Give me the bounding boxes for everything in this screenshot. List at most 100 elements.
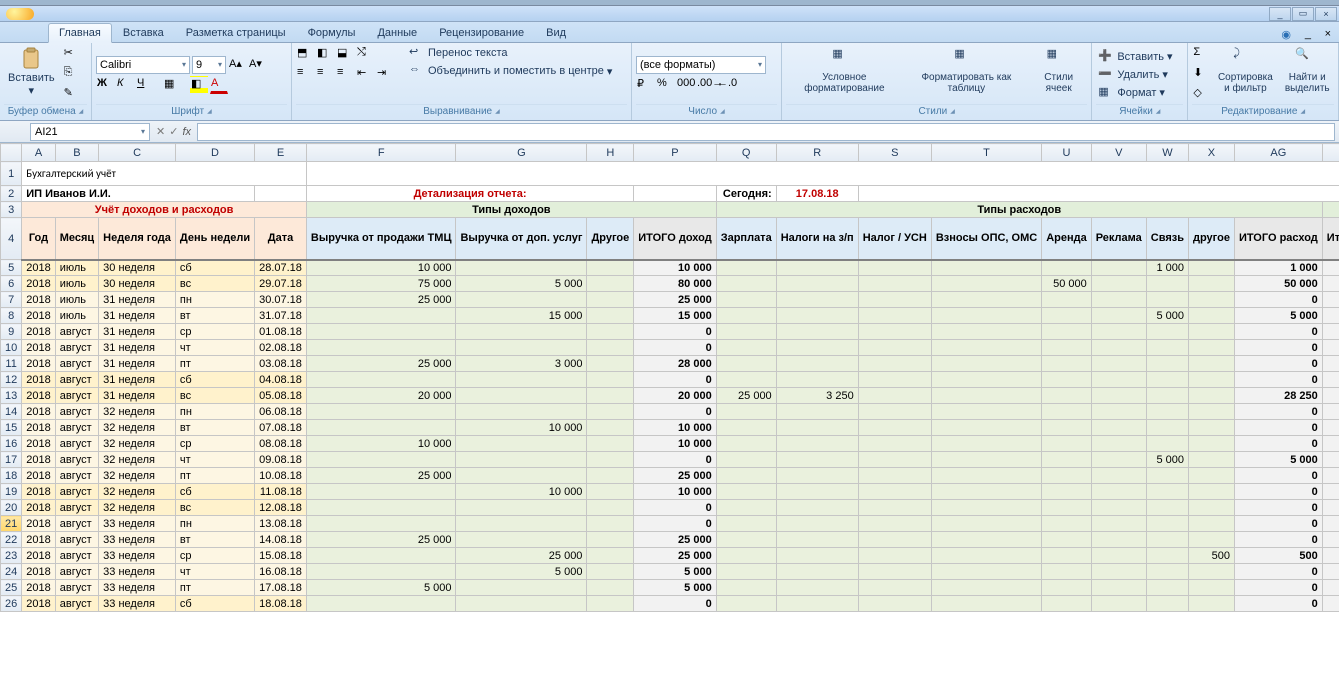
cell[interactable] — [716, 580, 776, 596]
cell[interactable] — [858, 260, 931, 276]
cell[interactable]: -5 000 — [1322, 452, 1339, 468]
cell[interactable]: 0 — [1322, 324, 1339, 340]
cell[interactable] — [858, 372, 931, 388]
row-header-7[interactable]: 7 — [1, 292, 22, 308]
cell[interactable]: чт — [175, 452, 254, 468]
cell[interactable]: 10 000 — [456, 420, 587, 436]
cell[interactable]: 28 000 — [1322, 356, 1339, 372]
cell[interactable] — [1189, 468, 1235, 484]
cell[interactable] — [858, 340, 931, 356]
cell[interactable]: вс — [175, 500, 254, 516]
cell[interactable]: 10 000 — [1322, 420, 1339, 436]
cell[interactable]: август — [55, 516, 98, 532]
cell[interactable] — [931, 388, 1041, 404]
cell[interactable] — [858, 324, 931, 340]
cell[interactable]: 0 — [1234, 324, 1322, 340]
hdr-itogo-dr[interactable]: Итого Доход - Расход — [1322, 218, 1339, 260]
cell[interactable]: чт — [175, 564, 254, 580]
ribbon-minimize-icon[interactable]: _ — [1297, 28, 1311, 42]
cut-icon[interactable]: ✂ — [63, 45, 81, 63]
column-header-Q[interactable]: Q — [716, 144, 776, 162]
cell[interactable] — [456, 292, 587, 308]
cell[interactable] — [1091, 596, 1146, 612]
row-header-9[interactable]: 9 — [1, 324, 22, 340]
cell[interactable] — [1091, 324, 1146, 340]
row-header-19[interactable]: 19 — [1, 484, 22, 500]
cell[interactable] — [716, 548, 776, 564]
cell[interactable] — [858, 516, 931, 532]
cell[interactable] — [1042, 420, 1092, 436]
cell[interactable] — [858, 484, 931, 500]
copy-icon[interactable]: ⎘ — [63, 65, 81, 83]
cell[interactable]: 5 000 — [1146, 308, 1188, 324]
cell[interactable]: август — [55, 532, 98, 548]
cell[interactable] — [931, 484, 1041, 500]
cell[interactable] — [931, 596, 1041, 612]
cancel-formula-icon[interactable]: ✕ — [156, 125, 165, 138]
cell[interactable]: 5 000 — [1146, 452, 1188, 468]
cell[interactable]: сб — [175, 596, 254, 612]
underline-button[interactable]: Ч — [136, 76, 154, 94]
font-size-combo[interactable]: 9 — [192, 56, 226, 74]
cell[interactable]: пн — [175, 404, 254, 420]
cell[interactable] — [1146, 340, 1188, 356]
hdr-itogo-r[interactable]: ИТОГО расход — [1234, 218, 1322, 260]
hdr-itogo-d[interactable]: ИТОГО доход — [634, 218, 716, 260]
cell[interactable]: 0 — [1322, 404, 1339, 420]
cell[interactable]: вт — [175, 532, 254, 548]
column-header-AG[interactable]: AG — [1234, 144, 1322, 162]
cell[interactable] — [931, 356, 1041, 372]
row-header-23[interactable]: 23 — [1, 548, 22, 564]
cell[interactable] — [1042, 516, 1092, 532]
cell[interactable]: вс — [175, 388, 254, 404]
cell[interactable] — [776, 292, 858, 308]
font-name-combo[interactable]: Calibri — [96, 56, 190, 74]
window-close-icon[interactable]: × — [1315, 7, 1337, 21]
cell[interactable]: 25 000 — [1322, 292, 1339, 308]
align-left-icon[interactable]: ≡ — [296, 65, 314, 83]
cell[interactable]: 14.08.18 — [255, 532, 307, 548]
cell[interactable]: 33 неделя — [99, 532, 176, 548]
cell[interactable] — [306, 372, 456, 388]
cell[interactable]: 25 000 — [306, 532, 456, 548]
cell[interactable]: 12.08.18 — [255, 500, 307, 516]
percent-icon[interactable]: % — [656, 76, 674, 94]
cell[interactable]: 5 000 — [456, 564, 587, 580]
worksheet-area[interactable]: ABCDEFGHPQRSTUVWXAGAHAI1Бухгалтерский уч… — [0, 143, 1339, 612]
cell[interactable]: 33 неделя — [99, 564, 176, 580]
cell[interactable]: 500 — [1189, 548, 1235, 564]
cell[interactable]: август — [55, 580, 98, 596]
cell[interactable] — [587, 452, 634, 468]
cell[interactable] — [306, 308, 456, 324]
cell[interactable]: 10 000 — [634, 260, 716, 276]
row-header-11[interactable]: 11 — [1, 356, 22, 372]
cell[interactable]: 01.08.18 — [255, 324, 307, 340]
cell[interactable] — [1189, 564, 1235, 580]
expense-types-header[interactable]: Типы расходов — [716, 202, 1322, 218]
ribbon-tab-2[interactable]: Разметка страницы — [175, 23, 297, 42]
cell[interactable] — [1189, 276, 1235, 292]
cell[interactable]: 0 — [1234, 372, 1322, 388]
cell[interactable]: 0 — [634, 372, 716, 388]
cell[interactable] — [587, 532, 634, 548]
cell[interactable] — [931, 452, 1041, 468]
cell[interactable]: 2018 — [22, 324, 55, 340]
row-header-12[interactable]: 12 — [1, 372, 22, 388]
cell[interactable]: 0 — [1322, 340, 1339, 356]
cell[interactable]: 30 000 — [1322, 276, 1339, 292]
cell[interactable] — [1146, 324, 1188, 340]
cell[interactable]: 2018 — [22, 292, 55, 308]
cell[interactable]: 25 000 — [306, 356, 456, 372]
cell[interactable] — [456, 452, 587, 468]
sheet-title[interactable]: Бухгалтерский учёт — [22, 162, 307, 186]
cell[interactable] — [587, 468, 634, 484]
cell[interactable] — [931, 436, 1041, 452]
cell[interactable] — [931, 340, 1041, 356]
cell[interactable]: 0 — [1322, 500, 1339, 516]
dec-decimal-icon[interactable]: ←.0 — [716, 76, 734, 94]
increase-font-icon[interactable]: A▴ — [228, 56, 246, 74]
cell[interactable] — [776, 596, 858, 612]
comma-icon[interactable]: 000 — [676, 76, 694, 94]
cell[interactable]: 0 — [634, 324, 716, 340]
cell[interactable] — [1189, 484, 1235, 500]
